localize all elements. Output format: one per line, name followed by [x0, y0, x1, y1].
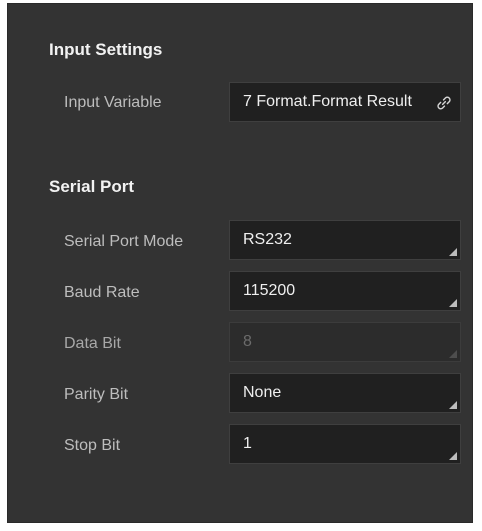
data-bit-value: 8 — [243, 333, 252, 350]
link-icon[interactable] — [435, 94, 453, 112]
dropdown-corner-icon — [449, 452, 457, 460]
input-settings-title: Input Settings — [49, 40, 163, 59]
baud-rate-value: 115200 — [243, 282, 296, 299]
input-variable-field[interactable]: 7 Format.Format Result — [229, 82, 461, 122]
input-variable-label: Input Variable — [64, 94, 162, 111]
parity-bit-value: None — [243, 384, 282, 401]
dropdown-corner-icon — [449, 299, 457, 307]
parity-bit-select[interactable]: None — [229, 373, 461, 413]
stop-bit-label: Stop Bit — [64, 437, 121, 454]
data-bit-label: Data Bit — [64, 335, 121, 352]
parity-bit-label: Parity Bit — [64, 386, 129, 403]
serial-port-mode-value: RS232 — [243, 231, 292, 248]
stop-bit-value: 1 — [243, 435, 252, 452]
dropdown-corner-icon — [449, 248, 457, 256]
input-variable-value: 7 Format.Format Result — [243, 93, 412, 110]
dropdown-corner-icon — [449, 401, 457, 409]
dropdown-corner-icon — [449, 350, 457, 358]
settings-panel: Input Settings Input Variable 7 Format.F… — [7, 3, 473, 523]
stop-bit-select[interactable]: 1 — [229, 424, 461, 464]
serial-port-title: Serial Port — [49, 177, 135, 196]
data-bit-select: 8 — [229, 322, 461, 362]
serial-port-mode-label: Serial Port Mode — [64, 233, 184, 250]
baud-rate-label: Baud Rate — [64, 284, 140, 301]
serial-port-mode-select[interactable]: RS232 — [229, 220, 461, 260]
baud-rate-select[interactable]: 115200 — [229, 271, 461, 311]
